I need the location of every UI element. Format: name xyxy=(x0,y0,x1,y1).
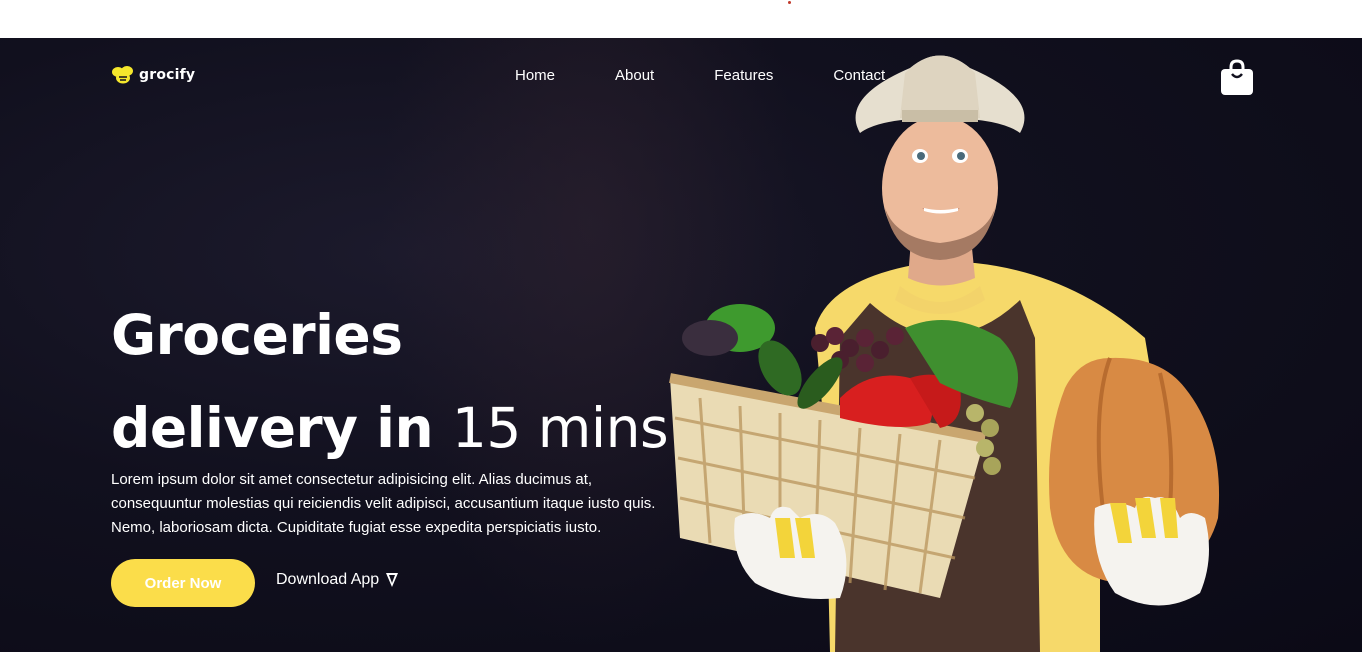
shopping-bag-icon xyxy=(1221,59,1253,95)
nav-about[interactable]: About xyxy=(615,67,654,84)
download-app-button[interactable]: Download App xyxy=(276,571,399,589)
hero-description: Lorem ipsum dolor sit amet consectetur a… xyxy=(111,471,656,536)
farmer-image xyxy=(669,55,1220,652)
main-navbar: grocify Home About Features Contact xyxy=(0,38,1362,118)
cart-button[interactable] xyxy=(1220,58,1254,101)
cursor-arrow-icon xyxy=(386,573,399,587)
nav-features[interactable]: Features xyxy=(714,67,773,84)
download-app-label: Download App xyxy=(276,571,380,588)
hero-title-light: 15 mins xyxy=(451,396,669,460)
bee-icon xyxy=(112,66,133,84)
brand-name: grocify xyxy=(139,67,196,83)
order-now-button[interactable]: Order Now xyxy=(111,559,255,607)
top-strip xyxy=(0,0,1362,38)
hero-title-bold: delivery in xyxy=(111,396,434,460)
nav-contact[interactable]: Contact xyxy=(833,67,885,84)
hero-title-line1: Groceries xyxy=(111,303,403,367)
hero-title-line2: delivery in 15 mins xyxy=(111,393,669,463)
top-dot xyxy=(788,1,791,4)
hero-section: grocify Home About Features Contact Groc… xyxy=(0,38,1362,652)
nav-home[interactable]: Home xyxy=(515,67,555,84)
nav-links: Home About Features Contact xyxy=(515,67,945,84)
brand-logo[interactable]: grocify xyxy=(111,65,195,85)
